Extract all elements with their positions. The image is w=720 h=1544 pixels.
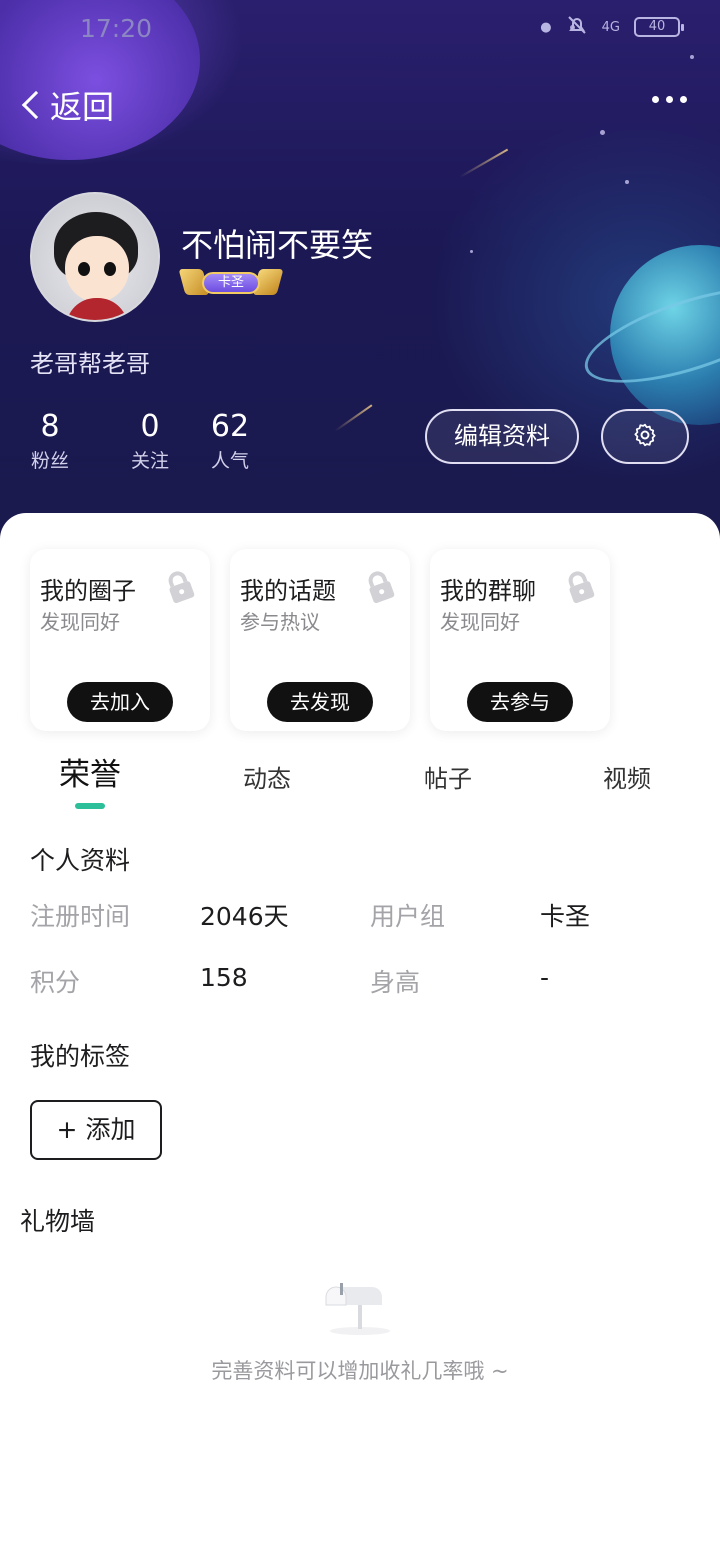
status-bar: 17:20 ● 4G 40 <box>0 0 720 56</box>
network-label: 4G <box>601 19 620 35</box>
badge-label: 卡圣 <box>202 272 260 294</box>
dot-indicator-icon: ● <box>540 19 552 35</box>
info-value-user-group: 卡圣 <box>540 902 591 931</box>
stat-value: 62 <box>210 409 250 444</box>
active-tab-indicator <box>75 803 105 809</box>
gear-icon <box>632 422 658 452</box>
profile-header-background: 17:20 ● 4G 40 返回 不怕闹不要笑 卡圣 老哥帮老哥 8 粉丝 0 … <box>0 0 720 560</box>
battery-icon: 40 <box>634 17 684 37</box>
user-level-badge: 卡圣 <box>178 266 284 298</box>
stat-popularity[interactable]: 62 人气 <box>190 410 270 473</box>
card-title: 我的话题 <box>240 577 336 605</box>
tab-videos[interactable]: 视频 <box>603 759 651 794</box>
join-group-button[interactable]: 去参与 <box>467 682 573 722</box>
info-label-height: 身高 <box>370 968 421 997</box>
more-options-icon[interactable] <box>652 96 687 103</box>
stat-followers[interactable]: 8 粉丝 <box>30 410 70 473</box>
card-title: 我的群聊 <box>440 577 536 605</box>
gift-wall-title: 礼物墙 <box>20 1207 96 1236</box>
info-label-points: 积分 <box>30 968 81 997</box>
stat-label: 关注 <box>130 450 169 472</box>
personal-info-title: 个人资料 <box>30 846 131 875</box>
avatar[interactable] <box>30 192 160 322</box>
card-my-circles[interactable]: 我的圈子 发现同好 去加入 <box>30 549 210 731</box>
shooting-star-decoration <box>459 148 509 178</box>
info-value-height: - <box>540 963 550 992</box>
star-decoration <box>600 130 605 135</box>
profile-tabs: 荣誉 动态 帖子 视频 <box>0 753 720 813</box>
card-subtitle: 参与热议 <box>240 610 320 634</box>
card-my-groups[interactable]: 我的群聊 发现同好 去参与 <box>430 549 610 731</box>
back-label: 返回 <box>50 88 115 126</box>
feature-cards: 我的圈子 发现同好 去加入 我的话题 参与热议 去发现 我的群聊 发现同好 去参… <box>30 549 610 731</box>
lock-icon <box>360 567 400 611</box>
mailbox-icon <box>320 1277 400 1337</box>
my-tags-title: 我的标签 <box>30 1042 131 1071</box>
star-decoration <box>625 180 629 184</box>
back-button[interactable]: 返回 <box>20 82 114 128</box>
stat-label: 人气 <box>210 450 249 472</box>
chevron-left-icon <box>21 90 51 120</box>
info-value-points: 158 <box>200 963 248 992</box>
status-time: 17:20 <box>80 14 153 43</box>
username: 不怕闹不要笑 <box>181 226 374 264</box>
stat-label: 粉丝 <box>30 450 69 472</box>
edit-profile-button[interactable]: 编辑资料 <box>425 409 579 464</box>
tab-honor[interactable]: 荣誉 <box>59 749 121 794</box>
join-circle-button[interactable]: 去加入 <box>67 682 173 722</box>
card-subtitle: 发现同好 <box>40 610 120 634</box>
card-subtitle: 发现同好 <box>440 610 520 634</box>
shooting-star-decoration <box>334 404 373 432</box>
lock-icon <box>560 567 600 611</box>
discover-topics-button[interactable]: 去发现 <box>267 682 373 722</box>
lock-icon <box>160 567 200 611</box>
stat-value: 8 <box>40 409 60 444</box>
add-tag-button[interactable]: + 添加 <box>30 1100 162 1160</box>
info-value-register-time: 2046天 <box>200 902 289 931</box>
info-label-register-time: 注册时间 <box>30 902 131 931</box>
settings-button[interactable] <box>601 409 689 464</box>
stat-value: 0 <box>140 409 160 444</box>
tab-activity[interactable]: 动态 <box>243 759 291 794</box>
profile-content-sheet: 我的圈子 发现同好 去加入 我的话题 参与热议 去发现 我的群聊 发现同好 去参… <box>0 513 720 1544</box>
profile-stats: 8 粉丝 0 关注 62 人气 <box>30 410 270 473</box>
user-signature: 老哥帮老哥 <box>30 350 150 378</box>
tab-posts[interactable]: 帖子 <box>424 759 472 794</box>
info-label-user-group: 用户组 <box>370 902 446 931</box>
stat-following[interactable]: 0 关注 <box>110 410 190 473</box>
star-decoration <box>470 250 473 253</box>
bell-muted-icon <box>566 14 588 40</box>
card-title: 我的圈子 <box>40 577 136 605</box>
gift-wall-empty-text: 完善资料可以增加收礼几率哦 ~ <box>211 1359 509 1383</box>
card-my-topics[interactable]: 我的话题 参与热议 去发现 <box>230 549 410 731</box>
